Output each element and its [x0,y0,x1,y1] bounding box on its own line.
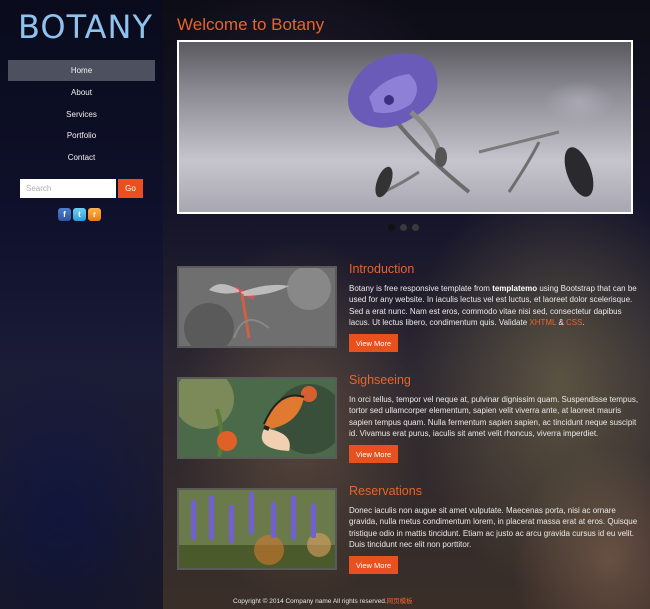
image-slider[interactable] [177,40,633,214]
xhtml-link[interactable]: XHTML [529,318,556,327]
nav-item-services[interactable]: Services [8,104,155,125]
css-link[interactable]: CSS [566,318,582,327]
facebook-icon[interactable]: f [58,208,71,221]
nav-item-contact[interactable]: Contact [8,147,155,168]
section-title: Introduction [349,262,415,276]
sidebar: BOTANY Home About Services Portfolio Con… [0,0,163,609]
search-form: Go [20,179,144,198]
search-input[interactable] [20,179,116,198]
nav-item-about[interactable]: About [8,82,155,103]
section-text: Botany is free responsive template from … [349,284,637,328]
view-more-button[interactable]: View More [349,334,398,352]
search-go-button[interactable]: Go [118,179,143,198]
rss-icon[interactable]: r [88,208,101,221]
section-reservations: Reservations Donec iaculis non augue sit… [177,484,647,574]
copyright-text: Copyright © 2014 Company name All rights… [233,598,387,605]
slider-dots [388,224,419,231]
templatemo-bold: templatemo [492,284,538,293]
slider-dot-3[interactable] [412,224,419,231]
view-more-button[interactable]: View More [349,445,398,463]
nav-item-portfolio[interactable]: Portfolio [8,125,155,146]
page-title: Welcome to Botany [177,15,325,34]
slider-dot-2[interactable] [400,224,407,231]
social-icons: f t r [58,208,101,221]
slider-dot-1[interactable] [388,224,395,231]
section-title: Reservations [349,484,422,498]
section-text: In orci tellus, tempor vel neque at, pul… [349,395,639,439]
site-logo[interactable]: BOTANY [18,8,152,48]
section-text: Donec iaculis non augue sit amet vulputa… [349,506,638,550]
section-sighseeing: Sighseeing In orci tellus, tempor vel ne… [177,373,647,463]
main-nav: Home About Services Portfolio Contact [8,60,155,169]
section-introduction: Introduction Botany is free responsive t… [177,262,647,352]
footer: Copyright © 2014 Company name All rights… [233,595,413,605]
section-title: Sighseeing [349,373,411,387]
dragonfly-image [177,266,337,348]
petunia-flower-image [348,53,594,198]
twitter-icon[interactable]: t [73,208,86,221]
web-templates-link[interactable]: 网页模板 [387,598,413,605]
lavender-image [177,488,337,570]
nav-item-home[interactable]: Home [8,60,155,81]
view-more-button[interactable]: View More [349,556,398,574]
butterfly-image [177,377,337,459]
